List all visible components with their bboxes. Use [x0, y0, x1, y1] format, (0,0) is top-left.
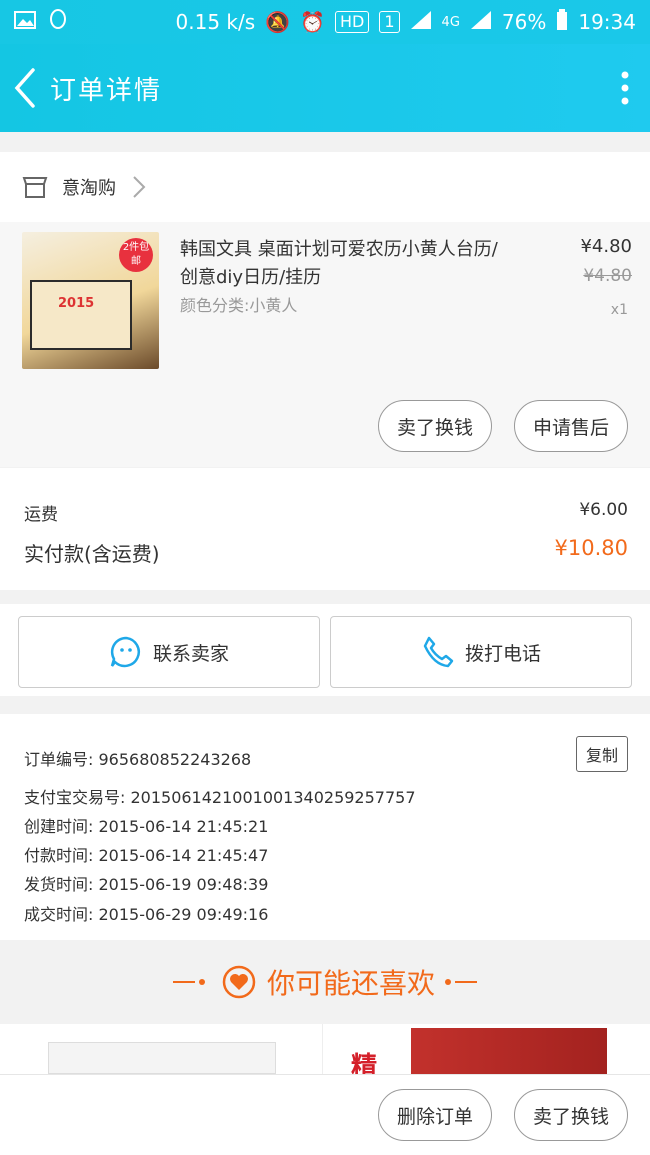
product-card-2[interactable]: 精: [325, 1024, 650, 1082]
battery-percent: 76%: [501, 10, 547, 34]
phone-icon: [423, 636, 454, 668]
aftersale-button[interactable]: 申请售后: [514, 400, 628, 452]
product-quantity: x1: [610, 302, 628, 318]
bottom-action-bar: 删除订单 卖了换钱: [0, 1074, 650, 1155]
shipped-time: 发货时间: 2015-06-19 09:48:39: [24, 875, 269, 894]
product-2-image: [411, 1028, 607, 1074]
clock: 19:34: [578, 10, 636, 34]
shipping-label: 运费: [24, 505, 58, 525]
chevron-left-icon: [14, 68, 35, 108]
divider-dot-right: [445, 979, 451, 985]
network-type: 4G: [441, 14, 460, 30]
call-button[interactable]: 拨打电话: [330, 616, 632, 688]
bottom-sell-button[interactable]: 卖了换钱: [514, 1089, 628, 1141]
chat-icon: [110, 636, 140, 668]
fees-section: 运费 ¥6.00 实付款(含运费) ¥10.80: [0, 468, 650, 590]
more-vertical-icon: [621, 71, 629, 105]
status-bar: 0.15 k/s 🔕 ⏰ HD 1 4G 76% 19:34: [0, 0, 650, 44]
alipay-number: 支付宝交易号: 2015061421001001340259257757: [24, 788, 416, 807]
contact-seller-label: 联系卖家: [152, 642, 229, 665]
completed-time: 成交时间: 2015-06-29 09:49:16: [24, 905, 269, 924]
contact-section: 联系卖家 拨打电话: [0, 604, 650, 696]
delete-order-button[interactable]: 删除订单: [378, 1089, 492, 1141]
shop-row[interactable]: 意淘购: [0, 152, 650, 222]
more-button[interactable]: [600, 44, 650, 132]
order-number: 订单编号: 965680852243268: [24, 750, 252, 769]
image-year: 2015: [58, 296, 95, 311]
divider-right: [455, 981, 477, 983]
contact-seller-button[interactable]: 联系卖家: [18, 616, 320, 688]
order-item[interactable]: 2015 2件包邮 韩国文具 桌面计划可爱农历小黄人台历/创意diy日历/挂历 …: [0, 222, 650, 467]
order-info-section: 订单编号: 965680852243268 支付宝交易号: 2015061421…: [0, 714, 650, 940]
shop-name: 意淘购: [62, 178, 116, 199]
call-label: 拨打电话: [464, 642, 541, 665]
signal-icon: [410, 10, 432, 35]
signal-icon-2: [470, 10, 492, 35]
mute-icon: 🔕: [265, 10, 291, 34]
paid-label: 实付款(含运费): [24, 542, 160, 566]
product-1-image: [48, 1042, 276, 1074]
back-button[interactable]: [0, 44, 50, 132]
product-title: 韩国文具 桌面计划可爱农历小黄人台历/创意diy日历/挂历: [180, 239, 498, 288]
recommend-title: 你可能还喜欢: [266, 967, 435, 1000]
heart-icon: [222, 965, 256, 999]
alarm-icon: ⏰: [300, 10, 325, 34]
copy-button[interactable]: 复制: [576, 736, 628, 772]
page-title: 订单详情: [50, 75, 163, 106]
recommend-header: 你可能还喜欢: [0, 940, 650, 1024]
qq-icon: [48, 8, 68, 36]
calendar-illustration: [30, 280, 132, 350]
product-variant: 颜色分类:小黄人: [180, 296, 298, 315]
network-speed: 0.15 k/s: [175, 10, 256, 34]
divider-left: [172, 981, 195, 983]
product-price: ¥4.80: [580, 236, 632, 257]
image-icon: [14, 10, 36, 35]
created-time: 创建时间: 2015-06-14 21:45:21: [24, 817, 269, 836]
chevron-right-icon: [133, 176, 146, 198]
shipping-value: ¥6.00: [579, 500, 628, 520]
store-icon: [22, 177, 48, 198]
app-bar: 订单详情: [0, 44, 650, 132]
product-card-1[interactable]: [0, 1024, 323, 1074]
paid-time: 付款时间: 2015-06-14 21:45:47: [24, 846, 269, 865]
product-original-price: ¥4.80: [583, 266, 632, 286]
sell-button[interactable]: 卖了换钱: [378, 400, 492, 452]
product-image[interactable]: 2015 2件包邮: [22, 232, 159, 369]
paid-value: ¥10.80: [554, 536, 628, 560]
image-badge: 2件包邮: [119, 238, 153, 272]
divider-dot-left: [198, 979, 205, 985]
recommend-products: 精: [0, 1024, 650, 1082]
sim-badge: 1: [379, 11, 400, 33]
battery-icon: [556, 8, 568, 36]
hd-badge: HD: [335, 11, 370, 33]
